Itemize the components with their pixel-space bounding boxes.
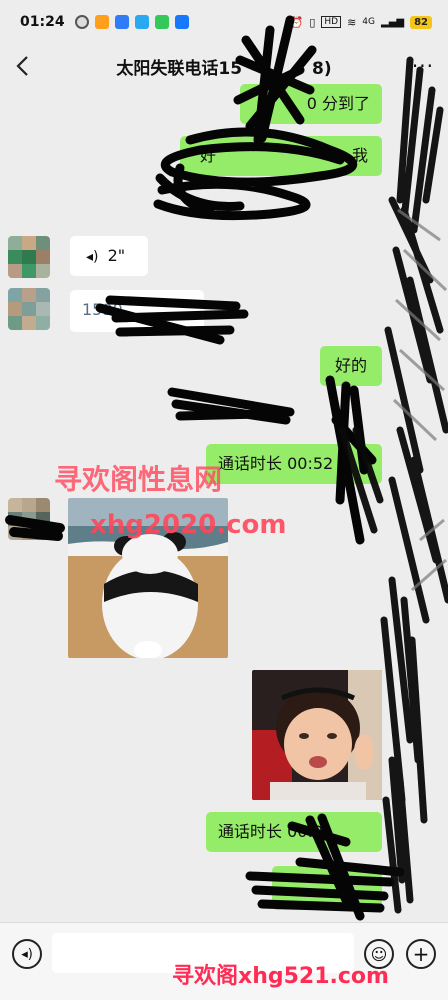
voice-icon: ◂)	[21, 946, 33, 962]
message-out-10[interactable]	[272, 866, 382, 910]
baby-image	[252, 670, 382, 800]
battery-icon: 82	[410, 15, 432, 29]
signal-icon: 4G	[362, 17, 375, 27]
voice-input-button[interactable]: ◂)	[12, 939, 42, 969]
status-indicators: ⏰ ▯ HD ≋ 4G ▂▄▆ 82	[289, 15, 432, 29]
status-bar: 01:24 ⏰ ▯ HD ≋ 4G ▂▄▆ 82	[0, 0, 448, 44]
avatar[interactable]	[8, 236, 50, 278]
hd-icon: HD	[321, 16, 342, 28]
call-duration: 通话时长 00:0	[218, 822, 324, 841]
vibrate-icon: ▯	[309, 15, 316, 29]
message-text: 1590	[82, 300, 123, 319]
message-out-1[interactable]: 0 分到了	[240, 84, 382, 124]
chat-title-text: 太阳失联电话15	[116, 58, 243, 79]
voice-duration: 2"	[107, 246, 126, 265]
more-button[interactable]: ···	[412, 54, 434, 78]
alarm-icon: ⏰	[289, 15, 304, 29]
chat-title-suffix: 8)	[312, 58, 332, 79]
bluetooth-app-icon	[174, 15, 189, 29]
watermark-top-line2: xhg2020.com	[90, 510, 287, 540]
voice-icon: ◂)	[86, 249, 99, 265]
watermark-top-line1: 寻欢阁性息网	[54, 463, 223, 496]
signal-bars-icon: ▂▄▆	[381, 16, 405, 28]
message-text: 好的	[334, 356, 367, 375]
chat-title: 太阳失联电话15 8)	[0, 54, 448, 79]
wechat-app-icon	[154, 15, 169, 29]
call-duration: 通话时长 00:52	[218, 454, 334, 473]
message-text: 0 分到了	[306, 94, 370, 113]
message-in-4[interactable]: 1590	[70, 290, 204, 332]
message-text-tail: 我	[351, 146, 368, 165]
plus-icon: +	[412, 942, 430, 966]
maps-app-icon	[134, 15, 149, 29]
status-time: 01:24	[20, 14, 65, 30]
voice-message[interactable]: ◂) 2"	[70, 236, 148, 276]
message-out-2[interactable]: 好 我	[180, 136, 382, 176]
browser-app-icon	[114, 15, 129, 29]
chat-header: 太阳失联电话15 8) ···	[0, 44, 448, 88]
message-out-5[interactable]: 好的	[320, 346, 382, 386]
more-functions-button[interactable]: +	[406, 939, 436, 969]
watermark-bottom: 寻欢阁xhg521.com	[172, 964, 389, 989]
call-record-1[interactable]: 通话时长 00:52	[206, 444, 382, 484]
baby-photo[interactable]	[252, 670, 382, 800]
weather-app-icon	[74, 15, 89, 29]
wifi-icon: ≋	[347, 15, 357, 29]
avatar[interactable]	[8, 288, 50, 330]
news-app-icon	[94, 15, 109, 29]
avatar[interactable]	[8, 498, 50, 540]
message-text: 好	[200, 146, 217, 165]
call-record-2[interactable]: 通话时长 00:0	[206, 812, 382, 852]
